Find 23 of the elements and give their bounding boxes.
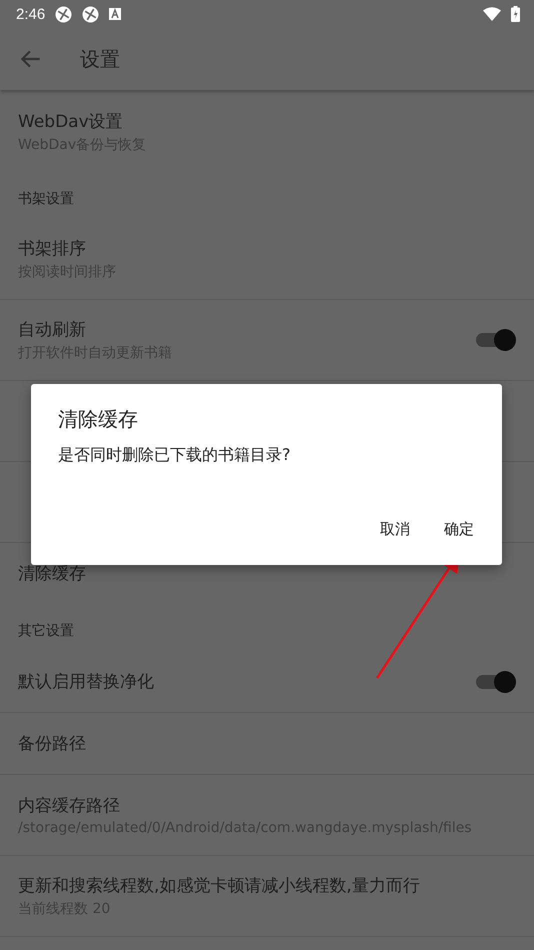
setting-title[interactable]: 默认启用替换净化 <box>18 670 154 693</box>
dialog-button[interactable]: 确定 <box>430 512 488 547</box>
category-header: 书架设置 <box>17 190 75 209</box>
dialog-message: 是否同时删除已下载的书籍目录? <box>58 445 292 466</box>
setting-title[interactable]: 内容缓存路径 <box>18 794 120 817</box>
toolbar-title: 设置 <box>80 46 120 72</box>
setting-title[interactable]: 清除缓存 <box>18 562 86 585</box>
wifi-icon <box>483 7 501 21</box>
keyboard-icon <box>109 8 122 20</box>
setting-title[interactable]: 备份路径 <box>18 732 86 755</box>
status-time: 2:46 <box>16 6 46 22</box>
battery-icon <box>511 6 520 22</box>
toggle-switch[interactable] <box>476 668 516 694</box>
dialog-button[interactable]: 取消 <box>366 512 424 547</box>
setting-title[interactable]: 自动刷新 <box>18 318 86 341</box>
setting-title[interactable]: 更新和搜索线程数,如感觉卡顿请减小线程数,量力而行 <box>18 874 420 897</box>
setting-title[interactable]: WebDav设置 <box>18 110 123 133</box>
toggle-switch[interactable] <box>476 327 516 353</box>
setting-title[interactable]: 书架排序 <box>18 237 86 260</box>
aperture-icon <box>82 6 100 22</box>
dialog-title: 清除缓存 <box>58 406 139 433</box>
aperture-icon <box>55 6 72 22</box>
category-header: 其它设置 <box>17 622 75 641</box>
